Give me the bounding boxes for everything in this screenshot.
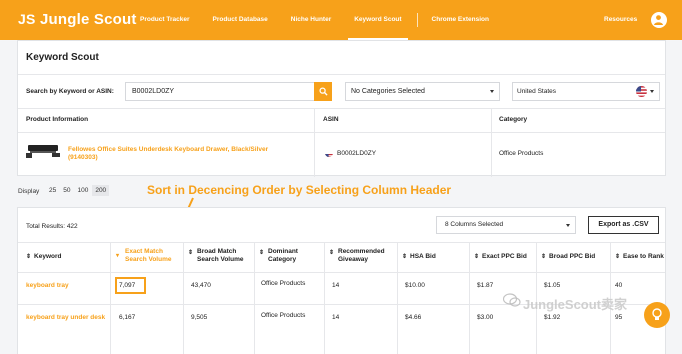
row-hsa-bid: $10.00 bbox=[405, 282, 425, 289]
product-name-link[interactable]: Fellowes Office Suites Underdesk Keyboar… bbox=[68, 146, 298, 162]
chevron-down-icon bbox=[650, 90, 654, 93]
chevron-down-icon bbox=[490, 90, 494, 93]
columns-select[interactable]: 8 Columns Selected bbox=[436, 216, 576, 234]
search-button[interactable] bbox=[314, 82, 332, 101]
display-options: 25 50 100 200 bbox=[46, 185, 110, 196]
th-ease-to-rank[interactable]: ⇕ Ease to Rank bbox=[615, 253, 664, 261]
us-flag-icon bbox=[636, 86, 647, 97]
wechat-icon bbox=[503, 293, 521, 307]
lightbulb-icon bbox=[652, 308, 662, 320]
sort-icon: ⇕ bbox=[474, 254, 480, 260]
row-category: Office Products bbox=[261, 280, 306, 287]
divider bbox=[18, 74, 665, 75]
annotation-text: Sort in Decencing Order by Selecting Col… bbox=[147, 183, 452, 197]
product-image bbox=[26, 142, 60, 160]
divider bbox=[18, 272, 665, 273]
logo-icon bbox=[18, 11, 36, 28]
chevron-down-icon bbox=[566, 224, 570, 227]
nav-resources[interactable]: Resources bbox=[604, 16, 637, 23]
search-input[interactable]: B0002LD0ZY bbox=[125, 82, 315, 101]
row-exact-ppc: $3.00 bbox=[477, 314, 494, 321]
th-hsa-bid[interactable]: ⇕ HSA Bid bbox=[402, 253, 436, 261]
row-hsa-bid: $4.66 bbox=[405, 314, 422, 321]
row-ease: 40 bbox=[615, 282, 623, 289]
row-ease: 95 bbox=[615, 314, 623, 321]
th-recommended-giveaway[interactable]: ⇕ Recommended Giveaway bbox=[329, 248, 399, 264]
row-broad-volume: 43,470 bbox=[191, 282, 211, 289]
column-divider bbox=[110, 242, 111, 354]
nav-divider bbox=[416, 13, 418, 27]
highlight-box bbox=[115, 277, 146, 294]
keyword-scout-search-panel: Keyword Scout Search by Keyword or ASIN:… bbox=[17, 40, 666, 177]
column-divider bbox=[397, 242, 398, 354]
display-option-200[interactable]: 200 bbox=[92, 185, 110, 196]
row-broad-volume: 9,505 bbox=[191, 314, 208, 321]
divider bbox=[18, 132, 665, 133]
sort-icon: ⇕ bbox=[615, 254, 621, 260]
export-csv-button[interactable]: Export as .CSV bbox=[588, 216, 659, 234]
column-divider bbox=[314, 109, 315, 177]
row-exact-volume: 6,167 bbox=[119, 314, 136, 321]
th-keyword[interactable]: ⇕ Keyword bbox=[26, 253, 61, 261]
column-divider bbox=[469, 242, 470, 354]
page-title: Keyword Scout bbox=[26, 52, 99, 63]
total-results: Total Results: 422 bbox=[26, 223, 78, 230]
row-keyword[interactable]: keyboard tray under desk bbox=[26, 314, 106, 322]
th-dominant-category[interactable]: ⇕ Dominant Category bbox=[259, 248, 319, 264]
top-nav-bar: Jungle Scout Product Tracker Product Dat… bbox=[0, 0, 682, 40]
row-category: Office Products bbox=[261, 312, 306, 319]
row-broad-ppc: $1.92 bbox=[544, 314, 561, 321]
display-option-25[interactable]: 25 bbox=[46, 185, 59, 196]
col-asin: ASIN bbox=[323, 116, 339, 123]
main-nav: Product Tracker Product Database Niche H… bbox=[140, 0, 512, 40]
divider bbox=[18, 242, 665, 243]
row-exact-ppc: $1.87 bbox=[477, 282, 494, 289]
divider bbox=[18, 108, 665, 109]
display-label: Display bbox=[18, 188, 40, 195]
column-divider bbox=[183, 242, 184, 354]
jungle-scout-logo[interactable]: Jungle Scout bbox=[18, 11, 137, 29]
watermark: JungleScout卖家 bbox=[523, 297, 628, 312]
country-select[interactable]: United States bbox=[512, 82, 660, 101]
sort-icon: ⇕ bbox=[329, 250, 335, 256]
col-category: Category bbox=[499, 116, 528, 123]
th-exact-match-search-volume[interactable]: ▾ Exact Match Search Volume bbox=[116, 248, 186, 264]
sort-desc-icon: ▾ bbox=[116, 253, 120, 259]
results-panel: Total Results: 422 8 Columns Selected Ex… bbox=[17, 207, 666, 354]
nav-product-database[interactable]: Product Database bbox=[213, 0, 268, 40]
th-broad-match-search-volume[interactable]: ⇕ Broad Match Search Volume bbox=[188, 248, 250, 264]
search-label: Search by Keyword or ASIN: bbox=[26, 88, 114, 95]
column-divider bbox=[254, 242, 255, 354]
col-product-information: Product Information bbox=[26, 116, 89, 123]
product-asin: B0002LD0ZY bbox=[337, 150, 377, 157]
row-broad-ppc: $1.05 bbox=[544, 282, 561, 289]
category-select[interactable]: No Categories Selected bbox=[345, 82, 500, 101]
nav-niche-hunter[interactable]: Niche Hunter bbox=[291, 0, 331, 40]
sort-icon: ⇕ bbox=[541, 254, 547, 260]
row-giveaway: 14 bbox=[332, 282, 340, 289]
sort-icon: ⇕ bbox=[259, 250, 265, 256]
row-giveaway: 14 bbox=[332, 314, 340, 321]
column-divider bbox=[324, 242, 325, 354]
th-exact-ppc-bid[interactable]: ⇕ Exact PPC Bid bbox=[474, 253, 527, 261]
sort-icon: ⇕ bbox=[26, 254, 32, 260]
us-flag-icon bbox=[325, 149, 333, 157]
display-option-100[interactable]: 100 bbox=[74, 185, 91, 196]
th-broad-ppc-bid[interactable]: ⇕ Broad PPC Bid bbox=[541, 253, 595, 261]
nav-chrome-extension[interactable]: Chrome Extension bbox=[432, 0, 489, 40]
sort-icon: ⇕ bbox=[402, 254, 408, 260]
product-category: Office Products bbox=[499, 150, 544, 157]
nav-product-tracker[interactable]: Product Tracker bbox=[140, 0, 190, 40]
display-option-50[interactable]: 50 bbox=[60, 185, 73, 196]
nav-keyword-scout[interactable]: Keyword Scout bbox=[348, 0, 408, 40]
help-chat-button[interactable] bbox=[644, 302, 670, 328]
sort-icon: ⇕ bbox=[188, 250, 194, 256]
user-avatar-icon[interactable] bbox=[651, 12, 667, 28]
column-divider bbox=[491, 109, 492, 177]
row-keyword[interactable]: keyboard tray bbox=[26, 282, 69, 290]
search-icon bbox=[318, 87, 328, 96]
